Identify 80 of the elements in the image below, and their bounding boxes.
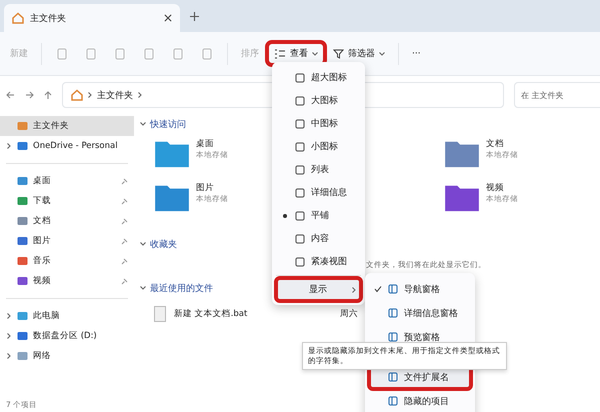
pane-icon	[388, 308, 398, 318]
view-mode-icon	[295, 142, 305, 152]
sidebar-item[interactable]: 数据盘分区 (D:)	[0, 326, 134, 346]
chevron-right-icon	[88, 92, 92, 98]
menu-item[interactable]: 隐藏的项目	[369, 389, 471, 412]
view-button[interactable]: 查看	[268, 43, 324, 64]
chevron-right-icon	[138, 92, 142, 98]
menu-item[interactable]: 导航窗格	[369, 277, 471, 301]
pin-icon	[121, 238, 128, 244]
sidebar-item[interactable]: 此电脑	[0, 306, 134, 326]
more-button[interactable]: ···	[406, 44, 427, 62]
view-mode-icon	[295, 210, 305, 220]
view-mode-icon	[295, 164, 305, 174]
pin-icon	[121, 258, 128, 264]
view-mode-icon	[295, 188, 305, 198]
folder-name: 图片	[196, 182, 215, 194]
tab[interactable]: 主文件夹	[4, 4, 180, 32]
sidebar-item[interactable]: OneDrive - Personal	[0, 136, 134, 156]
folder-name: 文档	[486, 138, 505, 150]
view-mode-icon	[295, 234, 305, 244]
pane-icon	[388, 396, 398, 406]
caret-icon	[140, 286, 146, 290]
expand-icon	[7, 143, 11, 149]
add-tab-icon[interactable]	[190, 12, 199, 20]
sidebar-item[interactable]: 桌面	[0, 171, 134, 191]
menu-item[interactable]: 详细信息窗格	[369, 301, 471, 325]
section-heading[interactable]: 最近使用的文件	[140, 278, 213, 298]
sidebar-item[interactable]: 下载	[0, 191, 134, 211]
pin-icon	[121, 198, 128, 204]
view-mode-icon	[295, 118, 305, 128]
pin-icon	[121, 178, 128, 184]
search-field[interactable]: 在 主文件夹	[514, 82, 600, 108]
file-date: 周六	[340, 308, 358, 320]
expand-icon	[7, 313, 11, 319]
menu-item[interactable]: 小图标	[276, 135, 361, 158]
caret-icon	[140, 122, 146, 126]
sidebar-item[interactable]: 视频	[0, 271, 134, 291]
view-mode-icon	[295, 72, 305, 82]
list-view-icon	[274, 48, 286, 58]
menu-item[interactable]: 中图标	[276, 112, 361, 135]
close-icon[interactable]	[164, 14, 172, 22]
pin-icon	[121, 218, 128, 224]
menu-item[interactable]: 显示	[276, 278, 361, 301]
pane-icon	[388, 284, 398, 294]
section-heading[interactable]: 快速访问	[140, 114, 186, 134]
filter-icon	[333, 48, 344, 58]
sidebar-item[interactable]: 主文件夹	[0, 116, 134, 136]
sidebar-item[interactable]: 音乐	[0, 251, 134, 271]
file-icon	[154, 306, 166, 322]
forward-icon[interactable]	[25, 91, 34, 99]
section-heading[interactable]: 收藏夹	[140, 234, 177, 254]
view-mode-icon	[295, 256, 305, 266]
sidebar-item[interactable]: 图片	[0, 231, 134, 251]
folder-name: 视频	[486, 182, 505, 194]
pane-icon	[388, 372, 398, 382]
chevron-right-icon	[352, 286, 356, 292]
file-name[interactable]: 新建 文本文档.bat	[174, 308, 332, 320]
check-icon	[374, 285, 382, 293]
menu-item[interactable]: 内容	[276, 227, 361, 250]
back-icon[interactable]	[6, 91, 15, 99]
menu-item[interactable]: 紧凑视图	[276, 250, 361, 273]
pane-icon	[388, 332, 398, 342]
pin-icon	[121, 278, 128, 284]
caret-icon	[312, 52, 318, 56]
menu-item[interactable]: 列表	[276, 158, 361, 181]
menu-item[interactable]: 超大图标	[276, 66, 361, 89]
sidebar-item[interactable]: 文档	[0, 211, 134, 231]
filter-button[interactable]: 筛选器	[327, 43, 391, 64]
menu-item[interactable]: 大图标	[276, 89, 361, 112]
expand-icon	[7, 333, 11, 339]
up-icon[interactable]	[44, 90, 52, 100]
menu-item[interactable]: 平铺	[276, 204, 361, 227]
folder-name: 桌面	[196, 138, 215, 150]
expand-icon	[7, 353, 11, 359]
view-mode-icon	[295, 96, 305, 106]
caret-icon	[379, 52, 385, 56]
menu-item[interactable]: 详细信息	[276, 181, 361, 204]
sidebar-item[interactable]: 网络	[0, 346, 134, 366]
caret-icon	[140, 242, 146, 246]
tab-label: 主文件夹	[30, 12, 66, 24]
